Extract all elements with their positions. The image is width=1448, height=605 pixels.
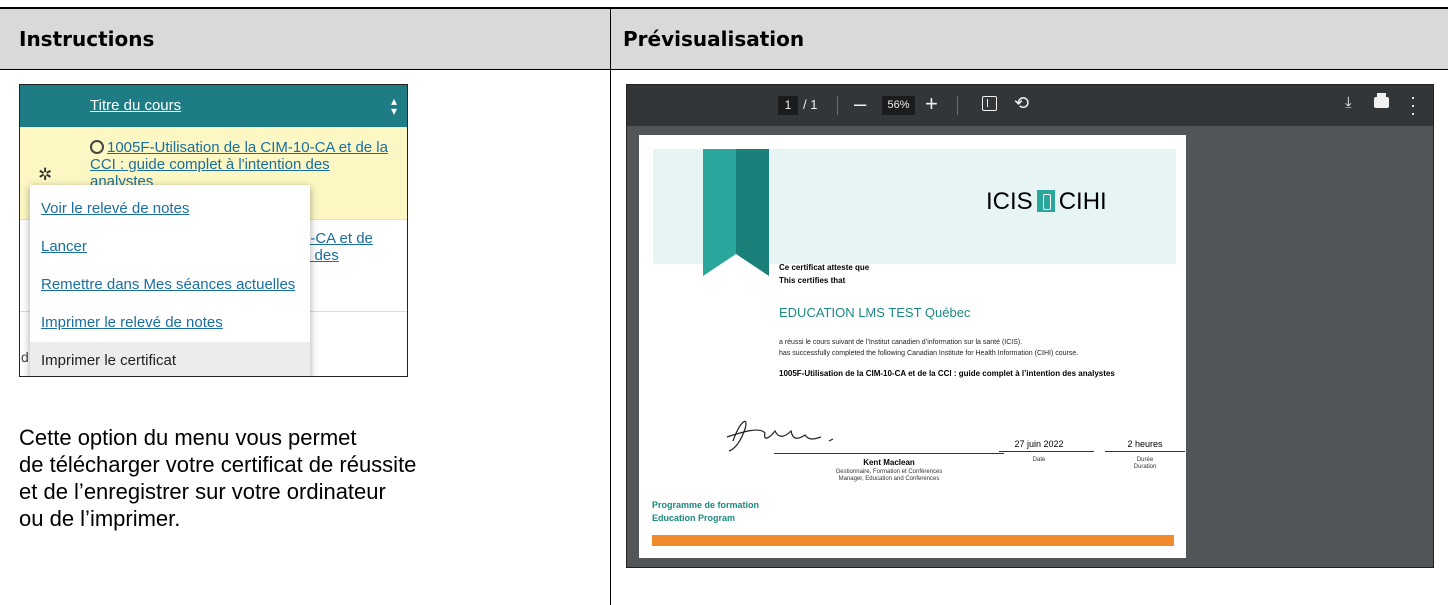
recipient-name: EDUCATION LMS TEST Québec — [779, 305, 971, 320]
course-title: 1005F-Utilisation de la CIM-10-CA et de … — [779, 369, 1115, 378]
logo-mark-icon — [1036, 190, 1055, 212]
certificate-page: ICIS CIHI Ce certificat atteste que This … — [639, 135, 1186, 558]
duration-value: 2 heures — [1127, 439, 1163, 449]
signature — [726, 420, 834, 452]
gear-icon[interactable]: ✲ — [38, 165, 52, 185]
certifies-fr: Ce certificat atteste que — [779, 263, 870, 272]
duration-label-fr: Durée — [1136, 457, 1154, 463]
header-instructions: Instructions — [19, 27, 155, 51]
toolbar-separator — [957, 96, 958, 115]
plus-icon[interactable]: + — [925, 91, 938, 117]
duration-label-en: Duration — [1133, 464, 1157, 470]
fit-page-icon[interactable] — [982, 96, 997, 111]
signer-role-fr: Gestionnaire, Formation et Conférences — [835, 469, 943, 475]
course-link-text: 1005F-Utilisation de la CIM-10-CA et de … — [90, 139, 388, 190]
date-line — [999, 451, 1094, 452]
rotate-icon[interactable]: ⟲ — [1014, 93, 1029, 114]
print-icon[interactable] — [1374, 93, 1389, 108]
course-link-behind[interactable]: 0-CA et de — [302, 230, 373, 247]
menu-item-view-transcript[interactable]: Voir le relevé de notes — [30, 190, 310, 228]
pdf-toolbar: 1 / 1 – 56% + ⟲ ⤓ · · · — [627, 85, 1433, 126]
menu-screenshot: Titre du cours ▴ ▾ 1005F-Utilisation de l… — [19, 84, 408, 377]
page-total: / 1 — [803, 97, 818, 112]
course-table-header: Titre du cours ▴ ▾ — [20, 85, 407, 127]
instruction-line: et de l’enregistrer sur votre ordinateur — [19, 479, 386, 504]
duration-line — [1105, 451, 1185, 452]
signature-line — [774, 453, 1004, 454]
menu-item-print-certificate[interactable]: Imprimer le certificat — [30, 342, 310, 376]
menu-item-launch[interactable]: Lancer — [30, 228, 310, 266]
signer-name: Kent Maclean — [863, 458, 915, 467]
completion-date: 27 juin 2022 — [1014, 439, 1064, 449]
toolbar-separator — [837, 96, 838, 115]
page-number-input[interactable]: 1 — [778, 96, 798, 115]
program-name-en: Education Program — [652, 513, 736, 523]
sort-icon[interactable]: ▴ ▾ — [391, 95, 397, 117]
context-menu: Voir le relevé de notes Lancer Remettre … — [30, 185, 310, 376]
ribbon-graphic — [703, 149, 769, 276]
menu-item-return-to-current[interactable]: Remettre dans Mes séances actuelles — [30, 266, 310, 304]
instruction-line: de télécharger votre certificat de réuss… — [19, 452, 417, 477]
header-preview: Prévisualisation — [623, 27, 805, 51]
download-icon[interactable]: ⤓ — [1345, 94, 1352, 111]
instruction-line: ou de l’imprimer. — [19, 506, 181, 531]
table-header-divider — [0, 69, 1448, 70]
pdf-viewer: 1 / 1 – 56% + ⟲ ⤓ · · · ICIS CIHI Ce certif… — [626, 84, 1434, 568]
footer-bar — [652, 535, 1174, 546]
more-options-icon[interactable]: · · · — [1410, 88, 1416, 122]
row-text-behind: d — [21, 349, 29, 365]
icis-cihi-logo: ICIS CIHI — [986, 188, 1107, 216]
instruction-text: Cette option du menu vous permet de télé… — [19, 424, 579, 532]
program-name-fr: Programme de formation — [652, 500, 760, 510]
completed-fr: a réussi le cours suivant de l’Institut … — [779, 339, 1023, 346]
logo-text-cihi: CIHI — [1058, 188, 1107, 215]
date-label: Date — [1032, 457, 1046, 463]
globe-icon — [90, 140, 104, 154]
logo-text-icis: ICIS — [986, 188, 1033, 215]
table-column-divider — [610, 9, 611, 605]
certifies-en: This certifies that — [779, 276, 846, 285]
signer-role-en: Manager, Education and Conferences — [838, 476, 940, 482]
instruction-line: Cette option du menu vous permet — [19, 425, 357, 450]
menu-item-print-transcript[interactable]: Imprimer le relevé de notes — [30, 304, 310, 342]
zoom-input[interactable]: 56% — [882, 96, 915, 115]
minus-icon[interactable]: – — [854, 91, 866, 117]
completed-en: has successfully completed the following… — [779, 350, 1079, 357]
column-title-link[interactable]: Titre du cours — [90, 97, 181, 114]
